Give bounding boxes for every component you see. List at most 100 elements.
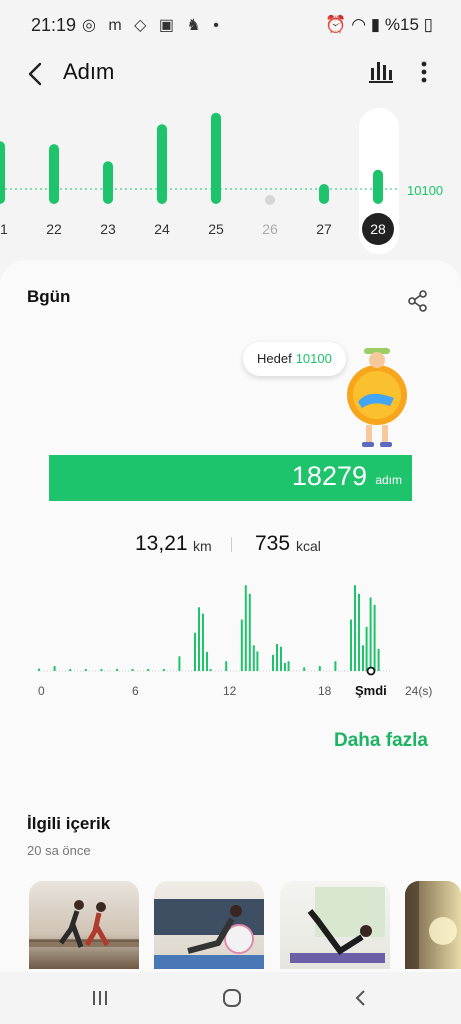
now-marker [366,666,376,676]
runners-image [29,900,139,948]
week-bar-23[interactable] [103,161,113,204]
distance-value: 13,21 [135,532,188,555]
hour-bar-21-0 [365,626,368,671]
notification-icons: ◎ m ◇ ▣ ♞ • [82,17,223,34]
calories-value: 735 [255,532,291,555]
hour-bar-20-0 [350,619,352,671]
week-bar-24[interactable] [157,124,167,204]
goal-prefix: Hedef [257,351,292,366]
steps-count: 18279 [291,461,367,491]
home-icon[interactable] [220,986,244,1010]
hour-bar-14 [256,651,259,671]
daily-steps-chart[interactable]: 0 6 12 18 Şmdi 24(s) [0,580,461,705]
stats-row: 13,21 km 735 kcal [0,532,461,562]
trends-chart-icon[interactable] [368,58,394,84]
more-options-icon[interactable] [414,58,434,86]
tick-6: 6 [132,684,139,698]
daily-chart-svg [38,585,390,676]
related-thumb-situps[interactable] [280,881,390,969]
hour-bar-15-3 [284,662,286,671]
related-title: İlgili içerik [27,814,111,833]
hour-bar-20-3 [362,645,364,671]
back-nav-icon[interactable] [349,986,373,1010]
system-nav-bar [0,972,461,1024]
week-day-label-23[interactable]: 23 [100,221,116,237]
hour-bar-21-2 [373,604,376,671]
week-day-label-22[interactable]: 22 [46,221,62,237]
alarm-icon: ⏰ [325,15,347,34]
hour-bar-20-1 [354,585,356,671]
hour-bar-15-2 [280,646,282,671]
week-bar-21[interactable] [0,141,5,204]
status-bar: 21:19 ◎ m ◇ ▣ ♞ • ⏰ ◠ ▮ %15 ▯ [0,0,461,52]
weekly-chart-svg: 21 22 23 24 25 26 27 28 [0,108,399,254]
card-title: Bgün [27,287,71,306]
share-icon[interactable] [406,289,430,313]
week-day-label-26[interactable]: 26 [262,221,278,237]
week-bar-22[interactable] [49,144,59,204]
steps-unit: adım [375,473,402,487]
hour-bar-16 [287,661,290,671]
hour-bar-18 [318,666,321,671]
related-thumb-pilates[interactable] [154,881,264,969]
app-bar: Adım [0,52,461,96]
tick-now: Şmdi [355,683,387,698]
hour-bar-9 [178,656,181,671]
more-link[interactable]: Daha fazla [334,730,428,752]
related-thumb-sunset[interactable] [405,881,461,969]
hour-bar-21-3 [377,648,380,671]
distance-unit: km [193,538,212,554]
hour-bar-15-1 [276,644,278,671]
sunset-image [405,881,457,969]
hour-bar-10-0 [194,632,196,671]
hour-bar-10-1 [198,607,200,671]
battery-icon: ▯ [423,15,433,34]
week-bar-25[interactable] [211,112,221,204]
week-bar-26[interactable] [265,195,275,205]
goal-bubble: Hedef 10100 [243,342,346,376]
pilates-image [154,899,264,969]
recent-apps-icon[interactable] [88,986,112,1010]
back-arrow-icon[interactable] [22,56,50,92]
status-time: 21:19 [31,15,77,35]
hour-bar-1 [53,666,56,671]
hour-bar-13-3 [252,645,255,671]
weekly-steps-chart[interactable]: 21 22 23 24 25 26 27 28 10100 [0,100,461,260]
hour-bar-13-0 [240,619,243,671]
week-bar-27[interactable] [319,184,329,204]
week-day-label-21[interactable]: 21 [0,221,8,237]
steps-progress-bar: 18279 adım [49,455,412,501]
week-day-label-28[interactable]: 28 [370,221,386,237]
hour-bar-21-1 [369,597,372,671]
battery-text: %15 [384,15,419,34]
hour-bar-0 [38,668,40,671]
calories-unit: kcal [296,538,321,554]
hour-bar-13-2 [248,593,251,671]
week-bar-28[interactable] [373,169,383,204]
hour-bar-19 [334,661,337,671]
related-thumb-running[interactable] [29,881,139,969]
hour-bar-13-1 [244,585,247,671]
hour-bar-7 [147,669,150,671]
tick-18: 18 [318,684,332,698]
tick-0: 0 [38,684,45,698]
hour-bar-10-3 [206,651,208,671]
battery-percent: ⏰ ◠ ▮ %15 ▯ [325,15,433,35]
week-day-label-27[interactable]: 27 [316,221,332,237]
hour-bar-8 [162,669,165,671]
week-day-label-25[interactable]: 25 [208,221,224,237]
week-day-label-24[interactable]: 24 [154,221,170,237]
goal-line-label: 10100 [407,183,444,198]
goal-value: 10100 [295,351,332,366]
hour-bar-4 [100,669,103,671]
hour-bar-20-2 [358,593,360,671]
hour-bar-6 [131,669,134,671]
hour-bar-12 [225,661,228,671]
stats-divider [231,537,232,552]
hour-bar-15-0 [272,654,274,671]
hour-bar-2 [69,669,72,671]
wifi-icon: ◠ [351,15,367,34]
hour-bar-11 [209,669,212,671]
trophy-mascot-icon [347,348,407,447]
situps-image [290,887,385,963]
